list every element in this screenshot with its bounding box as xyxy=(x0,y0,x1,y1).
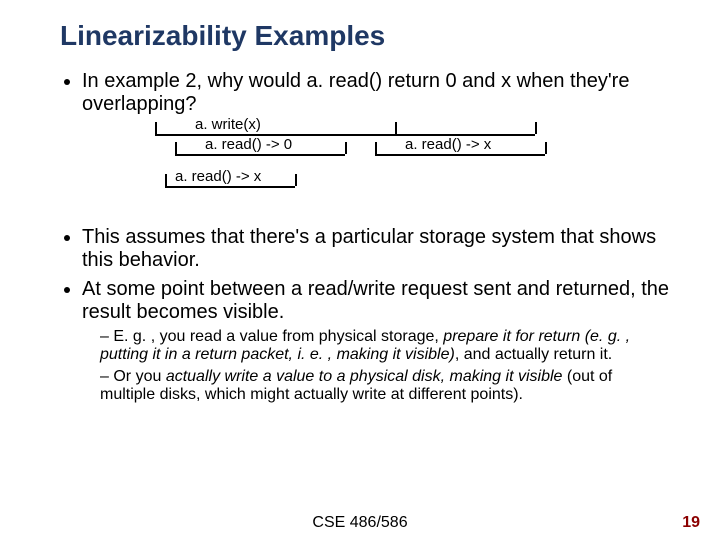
sub-bullet-2: Or you actually write a value to a physi… xyxy=(100,368,670,404)
op-label-read0: a. read() -> 0 xyxy=(205,136,292,153)
slide-title: Linearizability Examples xyxy=(60,20,670,52)
footer-course: CSE 486/586 xyxy=(0,514,720,532)
op-label-write: a. write(x) xyxy=(195,116,261,133)
bullet-1: In example 2, why would a. read() return… xyxy=(82,70,670,116)
op-label-readx-2: a. read() -> x xyxy=(175,168,261,185)
bullet-3: At some point between a read/write reque… xyxy=(82,278,670,404)
bullet-2: This assumes that there's a particular s… xyxy=(82,226,670,272)
page-number: 19 xyxy=(682,514,700,532)
op-label-readx-1: a. read() -> x xyxy=(405,136,491,153)
sub-bullet-1: E. g. , you read a value from physical s… xyxy=(100,328,670,364)
timeline-diagram: a. write(x) a. read() -> 0 a. read() -> … xyxy=(115,122,615,212)
